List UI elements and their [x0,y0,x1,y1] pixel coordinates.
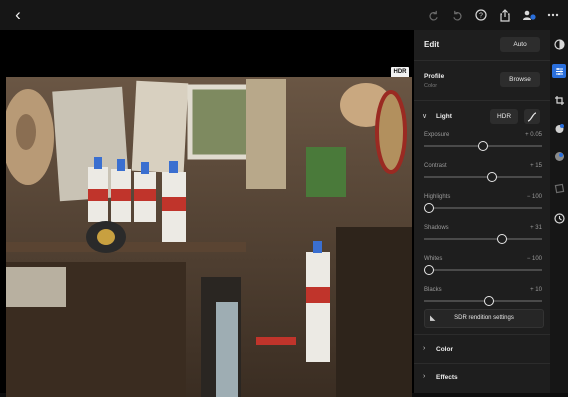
back-icon[interactable]: ‹ [10,6,26,24]
divider [414,100,550,101]
sdr-icon: ◣ [430,315,436,322]
undo-icon[interactable] [446,5,468,25]
slider-knob[interactable] [483,296,494,306]
auto-button[interactable]: Auto [500,37,540,52]
slider-track[interactable] [424,238,542,240]
divider [414,334,550,335]
slider-contrast[interactable]: Contrast + 15 [424,163,542,191]
workshop-photo [6,77,412,397]
slider-knob[interactable] [496,234,507,244]
slider-track[interactable] [424,269,542,271]
sdr-rendition-label: SDR rendition settings [454,315,514,321]
section-effects-label: Effects [436,374,458,381]
slider-value[interactable]: + 31 [530,225,542,231]
profile-value: Color [424,83,438,89]
slider-label: Blacks [424,287,442,293]
chevron-right-icon: › [423,373,426,380]
people-icon[interactable] [518,5,540,25]
section-color-label: Color [436,346,453,353]
top-toolbar-icons: ? [420,5,564,25]
masking-icon[interactable] [553,122,565,134]
edit-sliders-icon[interactable] [552,64,566,78]
slider-value[interactable]: − 100 [527,256,542,262]
help-icon[interactable]: ? [470,5,492,25]
share-icon[interactable] [494,5,516,25]
history-icon[interactable] [553,212,565,224]
versions-icon[interactable] [553,182,565,194]
slider-value[interactable]: + 0.05 [525,132,542,138]
section-color[interactable]: › Color [414,336,550,362]
slider-knob[interactable] [424,203,434,213]
chevron-right-icon: › [423,345,426,352]
divider [414,60,550,61]
slider-value[interactable]: + 15 [530,163,542,169]
sdr-rendition-settings-button[interactable]: ◣ SDR rendition settings [424,309,544,328]
top-toolbar: ‹ ? [0,0,568,30]
photo-canvas[interactable]: HDR [0,30,414,397]
section-effects[interactable]: › Effects [414,364,550,390]
slider-track[interactable] [424,207,542,209]
browse-button[interactable]: Browse [500,72,540,87]
slider-shadows[interactable]: Shadows + 31 [424,225,542,253]
slider-highlights[interactable]: Highlights − 100 [424,194,542,222]
slider-label: Highlights [424,194,451,200]
healing-icon[interactable] [553,150,565,162]
slider-track[interactable] [424,176,542,178]
photo-preview[interactable] [6,77,412,397]
presets-icon[interactable] [553,38,565,50]
redo-icon[interactable] [422,5,444,25]
edit-panel: Edit Auto Profile Color Browse ∨ Light H… [414,30,550,393]
chevron-down-icon[interactable]: ∨ [422,112,427,120]
svg-text:?: ? [479,13,483,20]
slider-label: Exposure [424,132,450,138]
slider-whites[interactable]: Whites − 100 [424,256,542,284]
slider-label: Contrast [424,163,447,169]
slider-knob[interactable] [424,265,434,275]
curve-icon [527,111,537,122]
curve-button[interactable] [524,109,540,124]
profile-label: Profile [424,73,445,80]
edit-title: Edit [424,40,440,49]
slider-value[interactable]: + 10 [530,287,542,293]
light-section-title[interactable]: Light [436,113,452,120]
hdr-button[interactable]: HDR [490,109,518,124]
slider-knob[interactable] [487,172,498,182]
tool-rail [550,30,568,393]
slider-exposure[interactable]: Exposure + 0.05 [424,132,542,160]
more-icon[interactable] [542,5,564,25]
slider-label: Shadows [424,225,449,231]
slider-label: Whites [424,256,443,262]
slider-value[interactable]: − 100 [527,194,542,200]
slider-knob[interactable] [478,141,488,151]
crop-icon[interactable] [553,94,565,106]
